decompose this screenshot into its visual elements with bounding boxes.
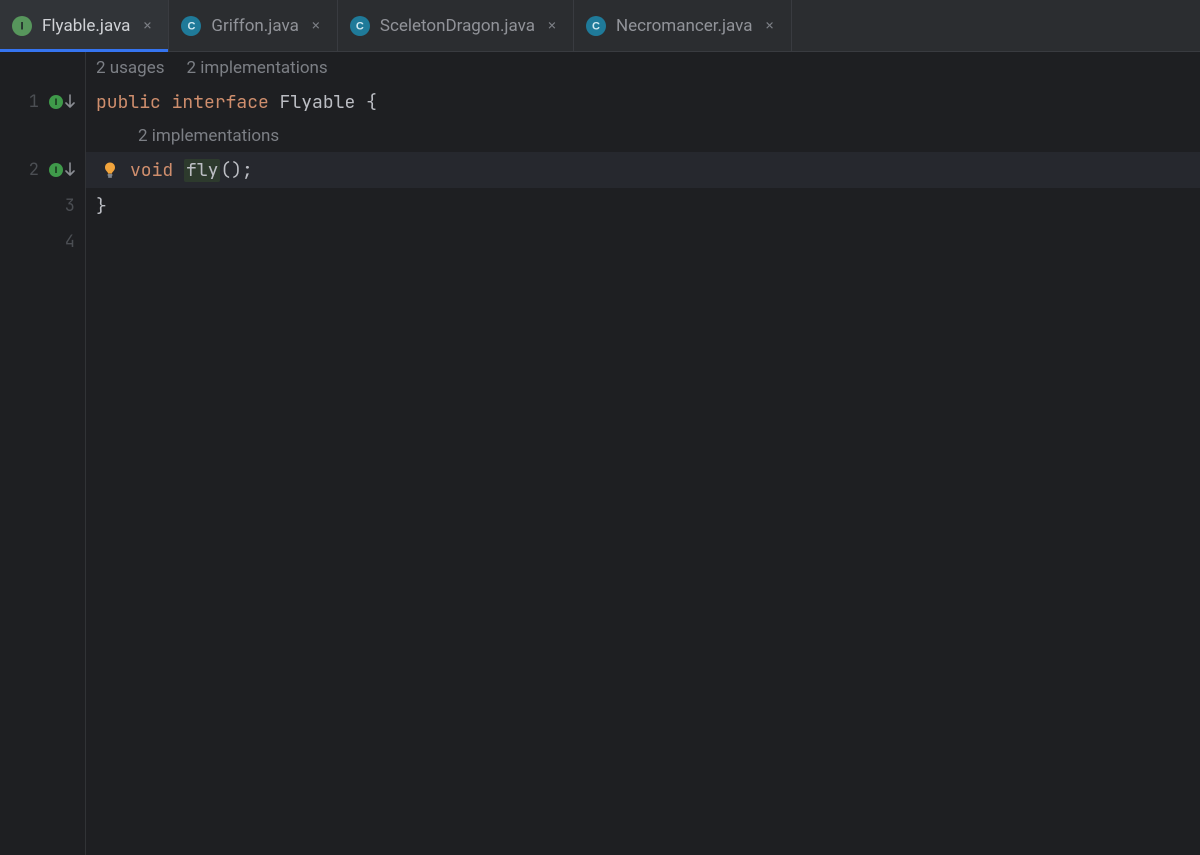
keyword-public: public (96, 91, 161, 114)
line-number: 2 (29, 159, 39, 181)
type-name: Flyable (280, 91, 356, 114)
brace-close: } (96, 195, 107, 218)
gutter: 1 I 2 I 3 4 (0, 52, 86, 855)
code-editor[interactable]: 1 I 2 I 3 4 2 usages 2 implementations (0, 52, 1200, 855)
tab-label: Necromancer.java (616, 16, 753, 36)
keyword-interface: interface (172, 91, 269, 114)
class-icon: C (350, 16, 370, 36)
code-line-current[interactable]: void fly (); (86, 152, 1200, 188)
class-icon: C (586, 16, 606, 36)
implemented-marker-icon[interactable]: I (49, 162, 75, 178)
code-line-empty[interactable] (86, 224, 1200, 260)
line-number: 4 (65, 231, 75, 253)
brace-open: { (366, 91, 377, 114)
class-icon: C (181, 16, 201, 36)
implementations-hint[interactable]: 2 implementations (138, 126, 279, 146)
tab-label: Flyable.java (42, 16, 130, 36)
tab-necromancer[interactable]: C Necromancer.java ✕ (574, 0, 792, 51)
editor-tabbar: I Flyable.java ✕ C Griffon.java ✕ C Scel… (0, 0, 1200, 52)
keyword-void: void (130, 159, 173, 182)
tab-sceletondragon[interactable]: C SceletonDragon.java ✕ (338, 0, 574, 51)
interface-icon: I (12, 16, 32, 36)
close-icon[interactable]: ✕ (763, 17, 777, 35)
line-number: 1 (29, 91, 39, 113)
tab-label: Griffon.java (211, 16, 298, 36)
tab-flyable[interactable]: I Flyable.java ✕ (0, 0, 169, 51)
close-icon[interactable]: ✕ (309, 17, 323, 35)
code-line[interactable]: } (86, 188, 1200, 224)
code-area[interactable]: 2 usages 2 implementations public interf… (86, 52, 1200, 855)
tab-label: SceletonDragon.java (380, 16, 535, 36)
close-icon[interactable]: ✕ (545, 17, 559, 35)
line-number: 3 (65, 195, 75, 217)
method-suffix: (); (220, 159, 252, 182)
usages-hint[interactable]: 2 usages (96, 58, 165, 78)
implemented-marker-icon[interactable]: I (49, 94, 75, 110)
code-line[interactable]: public interface Flyable { (86, 84, 1200, 120)
tab-griffon[interactable]: C Griffon.java ✕ (169, 0, 337, 51)
intention-bulb-icon[interactable] (100, 160, 120, 180)
method-name: fly (184, 159, 220, 182)
implementations-hint[interactable]: 2 implementations (187, 58, 328, 78)
close-icon[interactable]: ✕ (140, 17, 154, 35)
